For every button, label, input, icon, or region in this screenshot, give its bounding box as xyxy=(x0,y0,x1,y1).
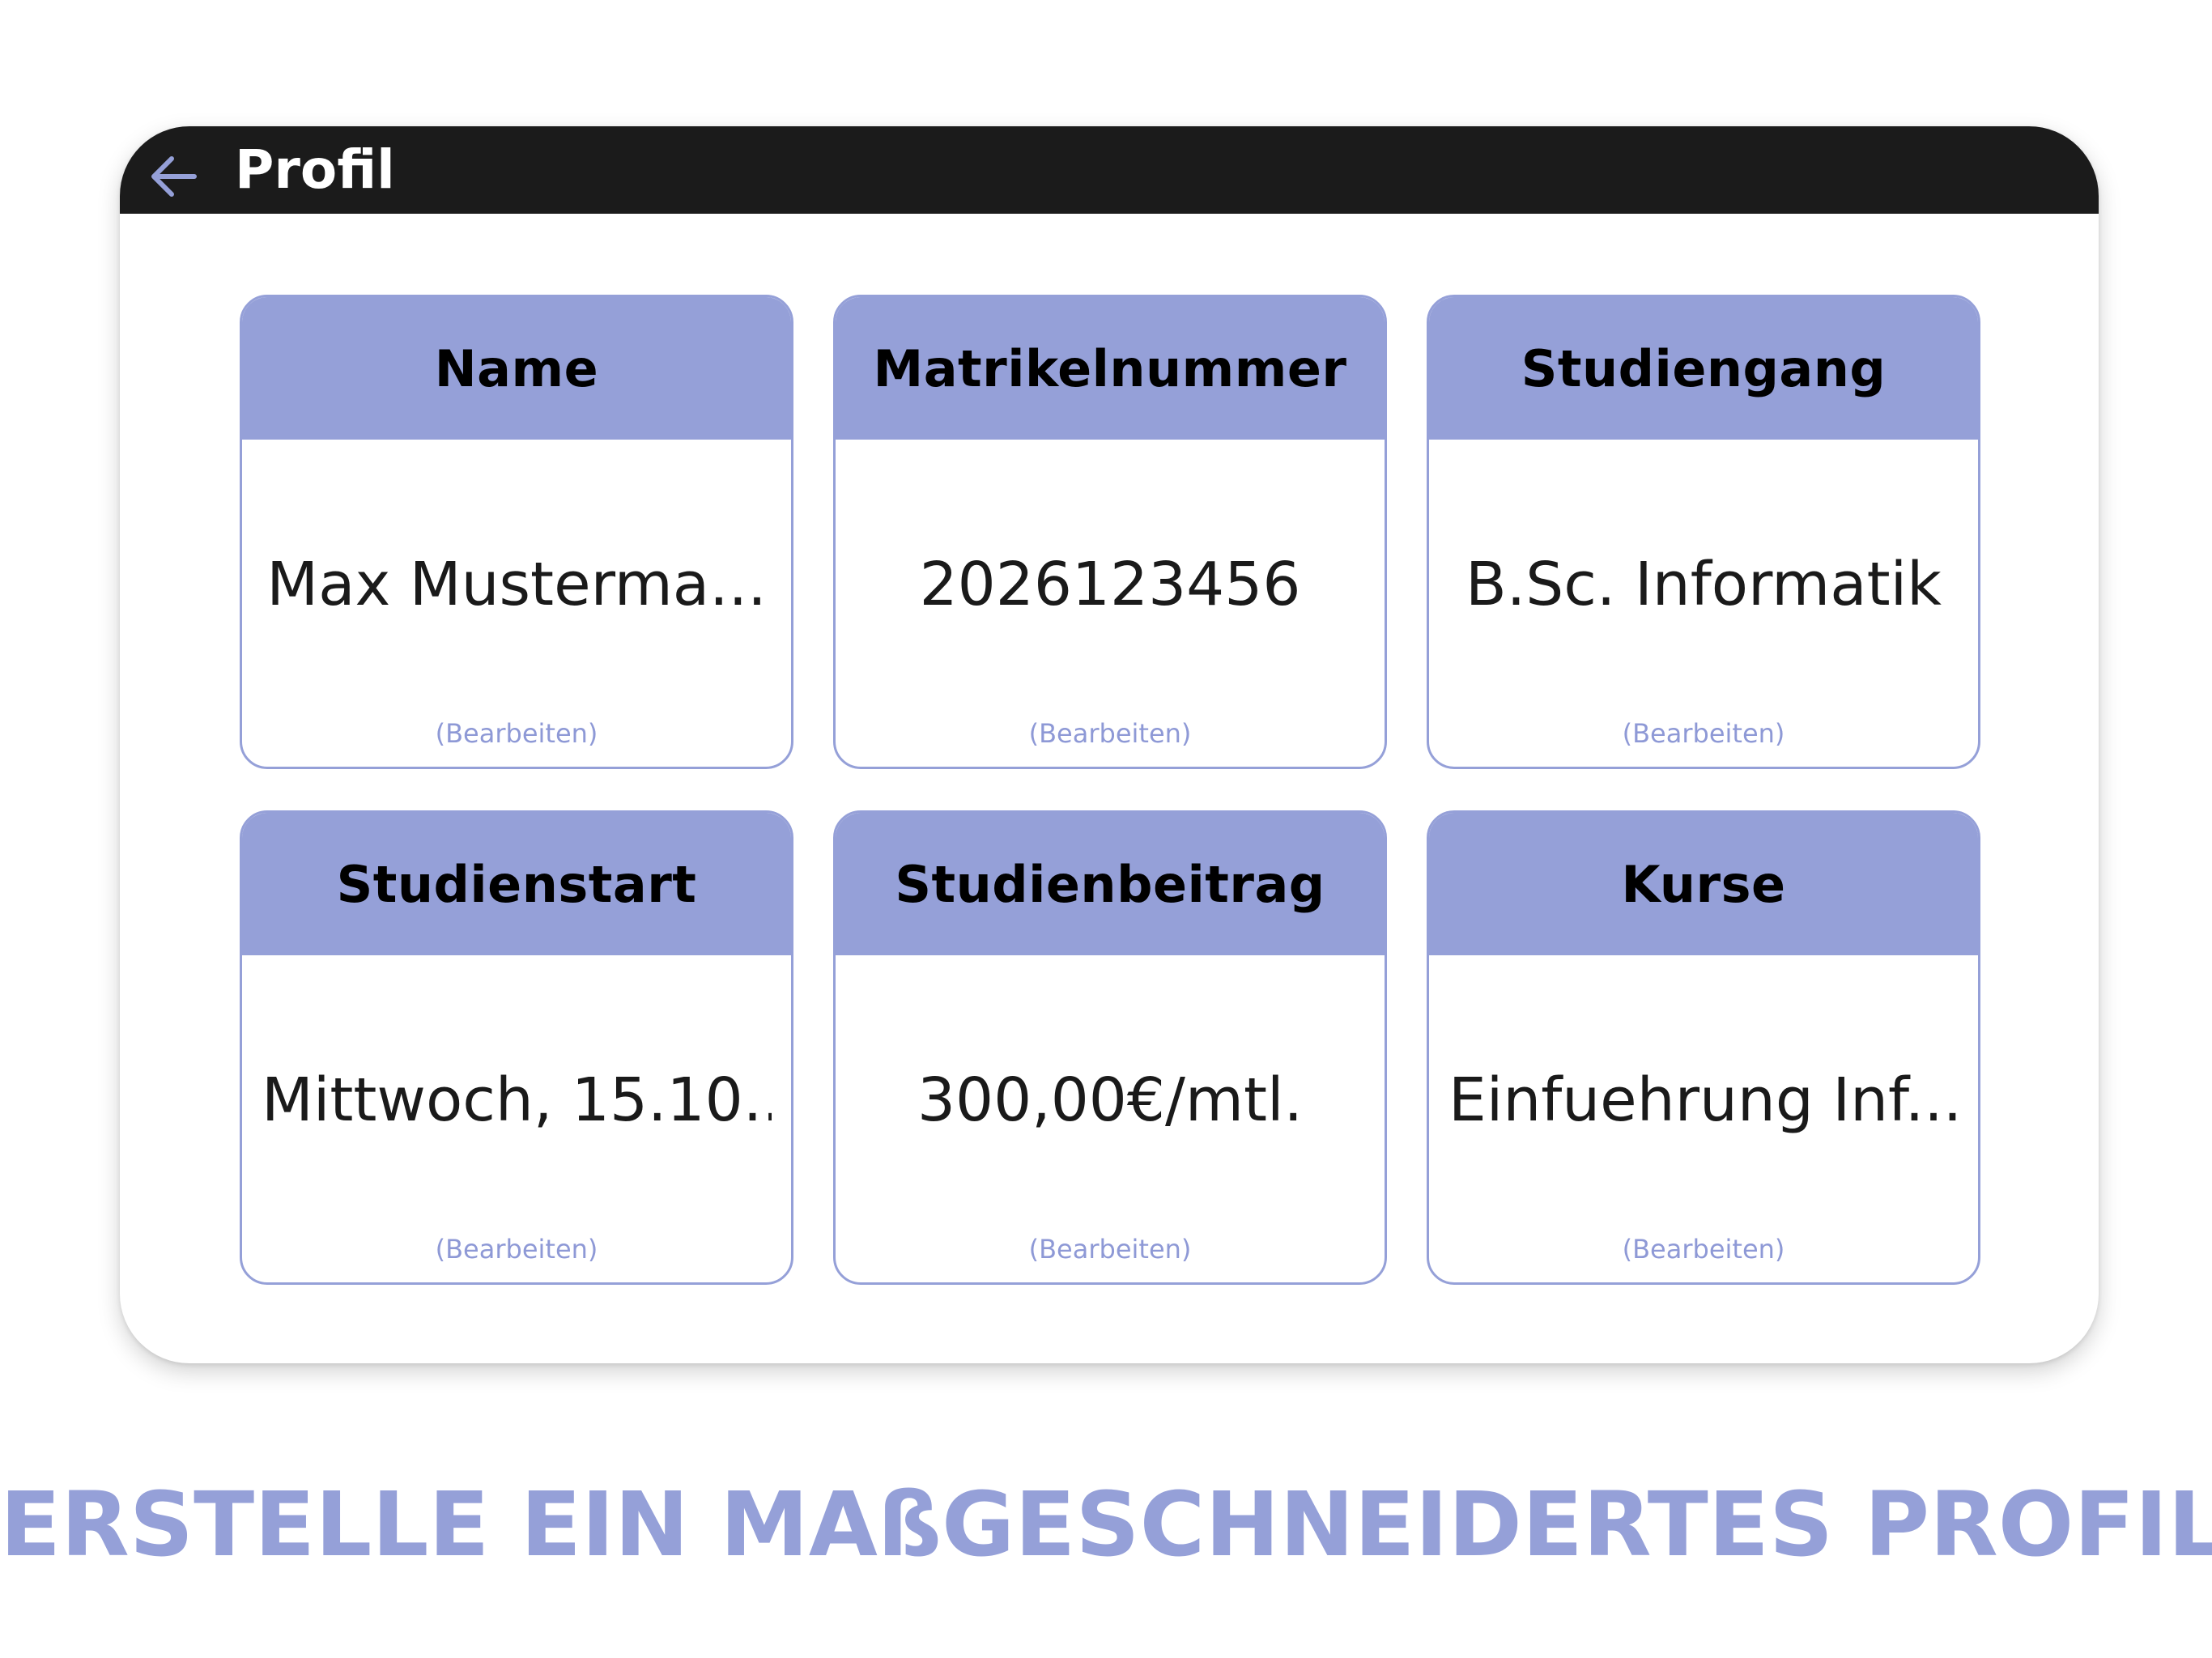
app-bar: Profil xyxy=(120,126,2099,214)
card-name: Name Max Musterma... (Bearbeiten) xyxy=(240,295,793,769)
card-value: Mittwoch, 15.10.... xyxy=(262,1065,772,1135)
edit-link[interactable]: (Bearbeiten) xyxy=(1429,718,1978,749)
back-button[interactable] xyxy=(143,146,204,207)
card-study-start: Studienstart Mittwoch, 15.10.... (Bearbe… xyxy=(240,810,793,1285)
card-value: Einfuehrung Inf... xyxy=(1448,1065,1959,1135)
card-title: Studienstart xyxy=(336,854,697,914)
device-frame: Profil Name Max Musterma... (Bearbeiten)… xyxy=(120,126,2099,1363)
card-header: Kurse xyxy=(1429,813,1978,955)
card-header: Studiengang xyxy=(1429,297,1978,440)
card-title: Matrikelnummer xyxy=(873,338,1347,398)
card-tuition-fee: Studienbeitrag 300,00€/mtl. (Bearbeiten) xyxy=(833,810,1387,1285)
card-courses: Kurse Einfuehrung Inf... (Bearbeiten) xyxy=(1427,810,1980,1285)
edit-link[interactable]: (Bearbeiten) xyxy=(242,1234,791,1265)
card-value: B.Sc. Informatik xyxy=(1465,550,1942,619)
card-value: 2026123456 xyxy=(919,550,1301,619)
edit-link[interactable]: (Bearbeiten) xyxy=(242,718,791,749)
card-value: Max Musterma... xyxy=(266,550,767,619)
card-header: Studienstart xyxy=(242,813,791,955)
arrow-left-icon xyxy=(151,156,197,197)
card-header: Name xyxy=(242,297,791,440)
card-value: 300,00€/mtl. xyxy=(917,1065,1304,1135)
card-degree-program: Studiengang B.Sc. Informatik (Bearbeiten… xyxy=(1427,295,1980,769)
screen: Profil Name Max Musterma... (Bearbeiten)… xyxy=(0,0,2212,1658)
edit-link[interactable]: (Bearbeiten) xyxy=(836,718,1385,749)
tagline: ERSTELLE EIN MAßGESCHNEIDERTES PROFIL xyxy=(0,1473,2212,1576)
card-header: Matrikelnummer xyxy=(836,297,1385,440)
card-matriculation-number: Matrikelnummer 2026123456 (Bearbeiten) xyxy=(833,295,1387,769)
card-header: Studienbeitrag xyxy=(836,813,1385,955)
page-title: Profil xyxy=(235,138,395,201)
card-title: Studienbeitrag xyxy=(895,854,1325,914)
edit-link[interactable]: (Bearbeiten) xyxy=(836,1234,1385,1265)
profile-card-grid: Name Max Musterma... (Bearbeiten) Matrik… xyxy=(240,295,1980,1285)
card-title: Name xyxy=(434,338,599,398)
card-title: Kurse xyxy=(1621,854,1786,914)
card-title: Studiengang xyxy=(1521,338,1887,398)
edit-link[interactable]: (Bearbeiten) xyxy=(1429,1234,1978,1265)
